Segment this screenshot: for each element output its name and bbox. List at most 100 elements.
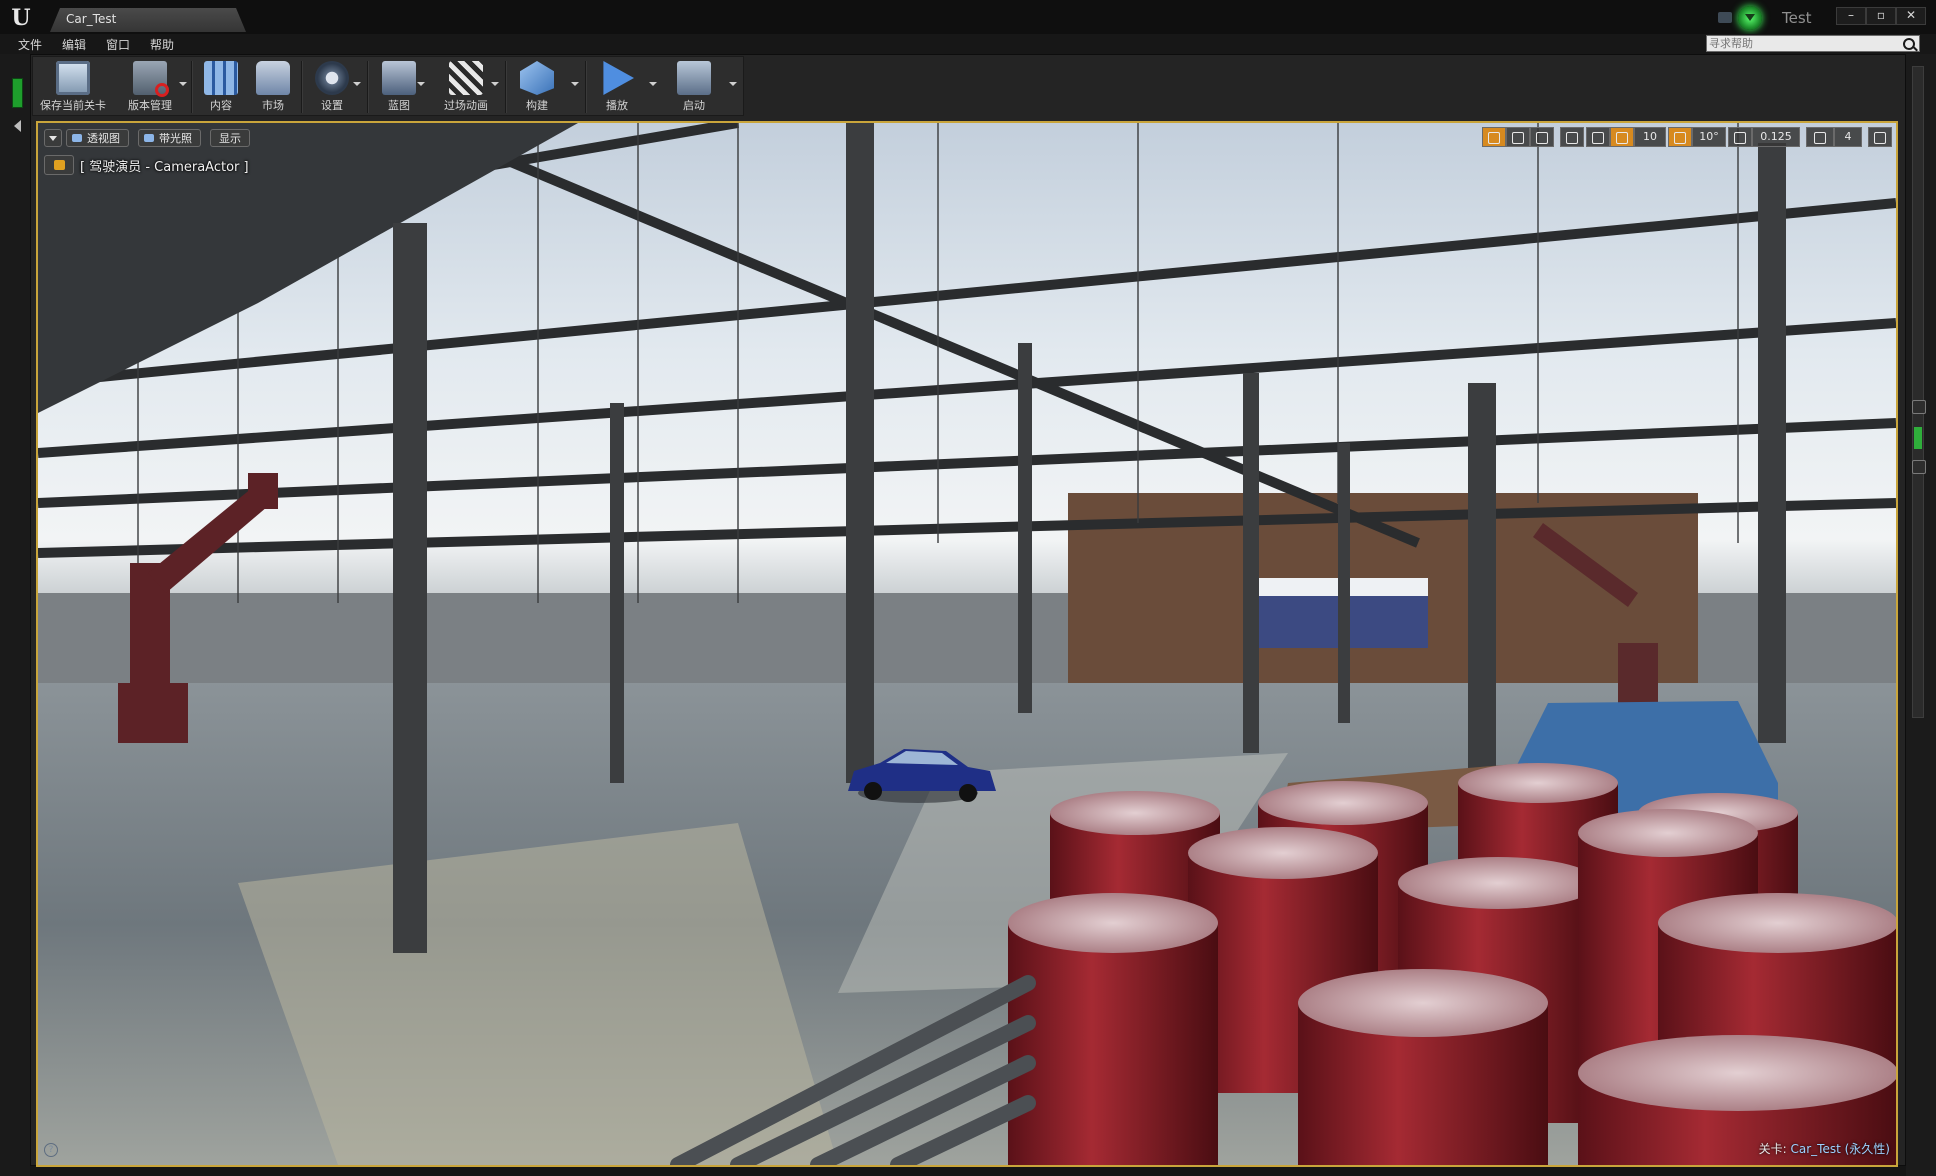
rotate-tool-button[interactable] [1506, 127, 1530, 147]
world-settings-icon[interactable] [1912, 460, 1926, 474]
details-panel-icon[interactable] [1912, 400, 1926, 414]
scale-icon [1536, 132, 1548, 144]
gear-icon [315, 61, 349, 95]
launch-icon [677, 61, 711, 95]
scale-snap-icon [1734, 132, 1746, 144]
play-icon [603, 61, 634, 95]
cinematics-label: 过场动画 [444, 99, 488, 112]
maximize-button[interactable]: ▫ [1866, 7, 1896, 25]
marketplace-button[interactable]: 市场 [247, 57, 299, 115]
perspective-viewport[interactable]: 透视图 带光照 显示 [ 驾驶演员 - CameraActor ] 10 10°… [36, 121, 1898, 1167]
move-icon [1488, 132, 1500, 144]
camera-speed-value[interactable]: 4 [1834, 127, 1862, 147]
save-label: 保存当前关卡 [40, 99, 106, 112]
rotation-snap-toggle[interactable] [1668, 127, 1692, 147]
build-dropdown-icon[interactable] [571, 82, 579, 86]
content-label: 内容 [210, 99, 232, 112]
scale-snap-toggle[interactable] [1728, 127, 1752, 147]
menu-file[interactable]: 文件 [18, 36, 42, 53]
level-prefix: 关卡: [1758, 1142, 1787, 1156]
right-panel-scrollbar[interactable] [1912, 66, 1924, 718]
show-label: 显示 [219, 132, 241, 145]
settings-dropdown-icon[interactable] [353, 82, 361, 86]
show-flags-button[interactable]: 显示 [210, 129, 250, 147]
search-icon[interactable] [1903, 38, 1915, 50]
build-icon [520, 61, 554, 95]
build-label: 构建 [526, 99, 548, 112]
surface-snapping-button[interactable] [1586, 127, 1610, 147]
cinematics-dropdown-icon[interactable] [491, 82, 499, 86]
camera-speed-icon-button[interactable] [1806, 127, 1834, 147]
menu-window[interactable]: 窗口 [106, 36, 130, 53]
angle-icon [1674, 132, 1686, 144]
surface-snap-icon [1592, 132, 1604, 144]
unreal-logo-icon: U [11, 5, 31, 31]
right-panel-active-tab[interactable] [1914, 427, 1922, 449]
perspective-label: 透视图 [87, 132, 120, 145]
left-dock-strip [0, 54, 30, 1176]
source-control-dropdown-icon[interactable] [179, 82, 187, 86]
collapse-left-arrow-icon[interactable] [14, 120, 21, 132]
grid-icon [1616, 132, 1628, 144]
level-tab-title: Car_Test [66, 12, 117, 26]
source-control-icon [133, 61, 169, 97]
blueprints-label: 蓝图 [388, 99, 410, 112]
menu-help[interactable]: 帮助 [150, 36, 174, 53]
piloted-actor-label: [ 驾驶演员 - CameraActor ] [80, 160, 249, 175]
clapperboard-icon [449, 61, 483, 95]
save-icon [56, 61, 90, 95]
notification-icon[interactable] [1718, 12, 1732, 23]
coordinate-system-button[interactable] [1560, 127, 1584, 147]
globe-icon [1566, 132, 1578, 144]
cinematics-button[interactable]: 过场动画 [431, 57, 501, 115]
grid-snap-value[interactable]: 10 [1634, 127, 1666, 147]
modes-panel-tab[interactable] [12, 78, 23, 108]
viewport-options-dropdown[interactable] [44, 129, 62, 147]
help-search-input[interactable] [1709, 36, 1893, 51]
toolbar-separator [301, 61, 303, 113]
save-current-level-button[interactable]: 保存当前关卡 [33, 57, 113, 115]
menu-edit[interactable]: 编辑 [62, 36, 86, 53]
launch-dropdown-icon[interactable] [729, 82, 737, 86]
toolbar-separator [585, 61, 587, 113]
toolbar-separator [505, 61, 507, 113]
toolbar-separator [191, 61, 193, 113]
rotate-icon [1512, 132, 1524, 144]
rotation-snap-value[interactable]: 10° [1692, 127, 1726, 147]
minimize-button[interactable]: – [1836, 7, 1866, 25]
close-button[interactable]: ✕ [1896, 7, 1926, 25]
translate-tool-button[interactable] [1482, 127, 1506, 147]
source-control-status-icon[interactable] [1738, 6, 1762, 30]
source-control-label: 版本管理 [128, 99, 172, 112]
launch-label: 启动 [683, 99, 705, 112]
perspective-view-button[interactable]: 透视图 [66, 129, 129, 147]
camera-icon [1814, 132, 1826, 144]
level-document-tab[interactable]: Car_Test [50, 8, 246, 32]
lit-sphere-icon [144, 134, 154, 142]
pilot-camera-icon[interactable] [44, 155, 74, 175]
perspective-icon [72, 134, 82, 142]
maximize-viewport-button[interactable] [1868, 127, 1892, 147]
maximize-icon [1874, 132, 1886, 144]
level-name: Car_Test (永久性) [1790, 1142, 1890, 1156]
play-dropdown-icon[interactable] [649, 82, 657, 86]
scale-snap-value[interactable]: 0.125 [1752, 127, 1800, 147]
lit-label: 带光照 [159, 132, 192, 145]
blueprints-dropdown-icon[interactable] [417, 82, 425, 86]
grid-snap-toggle[interactable] [1610, 127, 1634, 147]
blueprints-button[interactable]: 蓝图 [371, 57, 427, 115]
menu-bar: 文件 编辑 窗口 帮助 [0, 34, 1936, 54]
title-bar: U Car_Test Test – ▫ ✕ [0, 0, 1936, 35]
play-button[interactable]: 播放 [589, 57, 645, 115]
project-name: Test [1782, 9, 1812, 27]
launch-button[interactable]: 启动 [665, 57, 723, 115]
blueprint-icon [382, 61, 416, 95]
content-button[interactable]: 内容 [195, 57, 247, 115]
view-mode-lit-button[interactable]: 带光照 [138, 129, 201, 147]
help-search-box[interactable] [1706, 35, 1920, 52]
build-button[interactable]: 构建 [509, 57, 565, 115]
source-control-button[interactable]: 版本管理 [115, 57, 185, 115]
settings-button[interactable]: 设置 [305, 57, 359, 115]
viewport-help-icon[interactable]: ? [44, 1143, 58, 1157]
scale-tool-button[interactable] [1530, 127, 1554, 147]
